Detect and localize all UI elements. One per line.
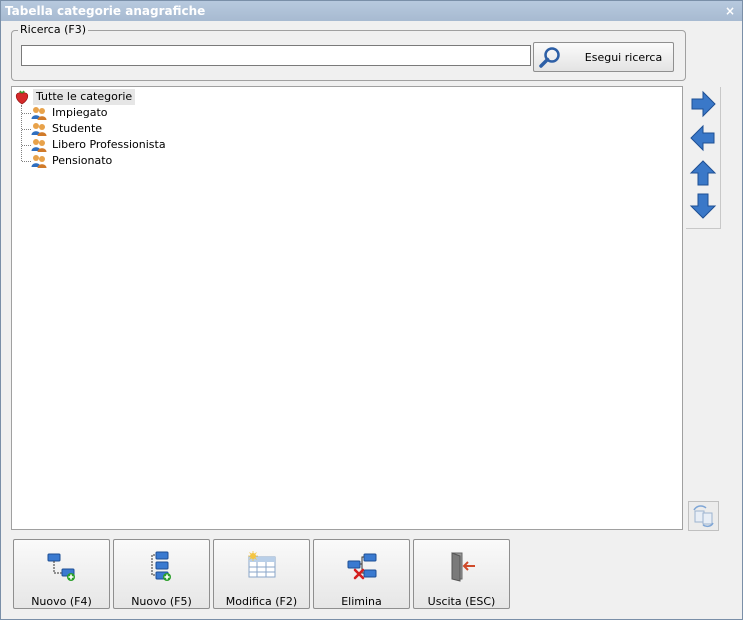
search-input[interactable] bbox=[21, 45, 531, 66]
title-bar: Tabella categorie anagrafiche × bbox=[1, 1, 742, 21]
search-button[interactable]: Esegui ricerca bbox=[533, 42, 674, 72]
edit-f2-button[interactable]: Modifica (F2) bbox=[213, 539, 310, 609]
new-f5-label: Nuovo (F5) bbox=[131, 595, 192, 608]
tree-item-label: Studente bbox=[52, 122, 103, 135]
users-icon bbox=[31, 123, 47, 136]
move-right-button[interactable] bbox=[688, 89, 718, 119]
move-up-button[interactable] bbox=[688, 158, 718, 188]
users-icon bbox=[31, 155, 47, 168]
move-down-button[interactable] bbox=[688, 191, 718, 221]
tree-item-label: Impiegato bbox=[52, 106, 108, 119]
move-buttons-panel bbox=[686, 87, 721, 229]
arrow-up-icon bbox=[689, 160, 717, 186]
close-icon[interactable]: × bbox=[724, 1, 736, 21]
delete-label: Elimina bbox=[341, 595, 382, 608]
exit-button[interactable]: Uscita (ESC) bbox=[413, 539, 510, 609]
category-tree[interactable]: Tutte le categorie Impiegato Studente Li… bbox=[11, 86, 683, 530]
arrow-right-icon bbox=[691, 90, 716, 118]
new-child-node-icon bbox=[151, 551, 171, 581]
move-left-button[interactable] bbox=[688, 123, 718, 153]
exit-label: Uscita (ESC) bbox=[427, 595, 496, 608]
search-button-label: Esegui ricerca bbox=[584, 51, 663, 64]
delete-node-icon bbox=[347, 553, 377, 580]
dialog-window: Tabella categorie anagrafiche × Ricerca … bbox=[0, 0, 743, 620]
new-f4-button[interactable]: Nuovo (F4) bbox=[13, 539, 110, 609]
search-icon bbox=[539, 47, 560, 68]
arrow-left-icon bbox=[690, 124, 715, 152]
search-group-label: Ricerca (F3) bbox=[18, 23, 88, 36]
tree-item-label: Pensionato bbox=[52, 154, 113, 167]
users-icon bbox=[31, 107, 47, 120]
delete-button[interactable]: Elimina bbox=[313, 539, 410, 609]
exit-door-icon bbox=[451, 552, 475, 582]
users-icon bbox=[31, 139, 47, 152]
tree-root-label: Tutte le categorie bbox=[33, 89, 136, 105]
tree-item-label: Libero Professionista bbox=[52, 138, 166, 151]
edit-f2-label: Modifica (F2) bbox=[225, 595, 298, 608]
strawberry-icon bbox=[15, 90, 29, 105]
edit-table-icon bbox=[248, 551, 276, 578]
window-title: Tabella categorie anagrafiche bbox=[5, 4, 206, 18]
new-f4-label: Nuovo (F4) bbox=[31, 595, 92, 608]
search-group: Ricerca (F3) Esegui ricerca bbox=[11, 23, 686, 81]
swap-button[interactable] bbox=[688, 501, 719, 531]
swap-tables-icon bbox=[693, 505, 714, 528]
new-f5-button[interactable]: Nuovo (F5) bbox=[113, 539, 210, 609]
new-sibling-node-icon bbox=[47, 553, 75, 581]
arrow-down-icon bbox=[689, 193, 717, 219]
